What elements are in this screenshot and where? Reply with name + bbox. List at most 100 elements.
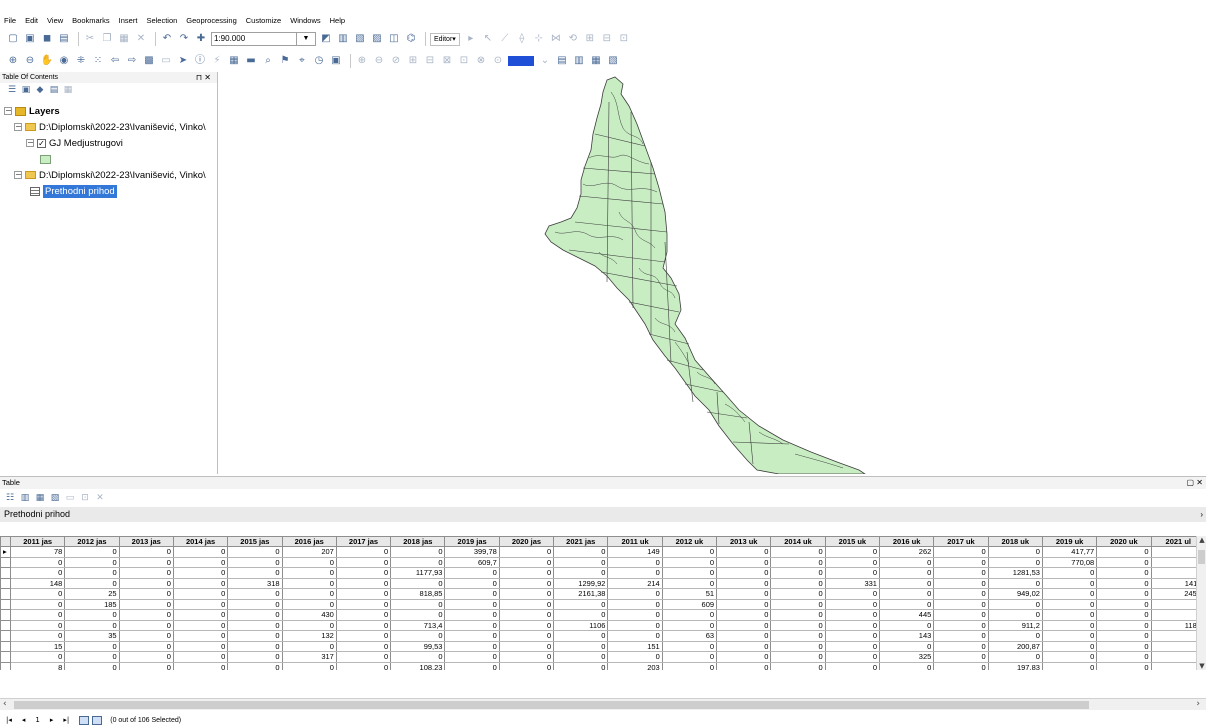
column-header[interactable]: 2012 jas xyxy=(64,536,120,547)
table-of-contents-icon[interactable]: ▥ xyxy=(336,32,350,46)
table-cell[interactable]: 0 xyxy=(10,588,66,600)
column-header[interactable]: 2016 jas xyxy=(281,536,337,547)
table-cell[interactable]: 0 xyxy=(10,609,66,621)
table-cell[interactable]: 0 xyxy=(662,578,718,589)
table-cell[interactable]: 0 xyxy=(282,588,337,600)
table-cell[interactable]: 0 xyxy=(933,578,989,589)
column-header[interactable]: 2019 jas xyxy=(444,536,500,547)
table-cell[interactable]: 0 xyxy=(336,567,392,579)
table-cell[interactable]: 0 xyxy=(173,630,229,642)
table-cell[interactable]: 0 xyxy=(444,567,500,579)
full-extent-icon[interactable]: ◉ xyxy=(57,54,71,68)
table-cell[interactable]: 0 xyxy=(1096,609,1152,621)
edit-annotation-icon[interactable]: ↖ xyxy=(481,32,495,46)
table-cell[interactable]: 0 xyxy=(879,620,935,631)
new-document-icon[interactable]: ▢ xyxy=(6,32,20,46)
table-cell[interactable]: 0 xyxy=(336,641,392,652)
table-cell[interactable]: 0 xyxy=(553,662,609,670)
table-cell[interactable]: 197,83 xyxy=(988,662,1043,670)
table-cell[interactable]: 0 xyxy=(173,620,229,631)
table-row[interactable]: 0 185 0 0 0 0 0 0 0 0 0 0 609 0 0 0 0 0 0 0 0 xyxy=(0,598,1206,610)
copy-icon[interactable]: ❐ xyxy=(100,32,114,46)
menu-windows[interactable]: Windows xyxy=(290,16,320,25)
table-cell[interactable]: 25 xyxy=(64,588,120,600)
table-cell[interactable]: 0 xyxy=(662,546,718,558)
column-header[interactable]: 2019 uk xyxy=(1041,536,1098,547)
table-cell[interactable]: 207 xyxy=(282,546,337,558)
table-cell[interactable]: 0 xyxy=(173,651,229,663)
table-cell[interactable]: 0 xyxy=(770,557,826,568)
row-selector[interactable] xyxy=(0,588,11,600)
switch-selection-icon[interactable]: ▧ xyxy=(49,492,61,504)
table-cell[interactable]: 0 xyxy=(227,630,283,642)
table-cell[interactable]: 0 xyxy=(607,651,663,663)
menu-insert[interactable]: Insert xyxy=(119,16,138,25)
table-cell[interactable]: 0 xyxy=(173,662,229,670)
window-controls-icon[interactable]: ▢ ✕ xyxy=(1187,477,1203,489)
horizontal-scrollbar[interactable]: ‹ › xyxy=(0,698,1206,710)
table-cell[interactable]: 0 xyxy=(1042,588,1098,600)
table-cell[interactable]: 1299,92 xyxy=(553,578,609,589)
table-cell[interactable]: 0 xyxy=(1096,620,1152,631)
zoom-to-selected-icon[interactable]: ⊡ xyxy=(79,492,91,504)
layer-visibility-checkbox[interactable]: ✓ xyxy=(37,138,46,148)
table-cell[interactable]: 143 xyxy=(879,630,935,642)
table-cell[interactable]: 818,85 xyxy=(390,588,446,600)
table-cell[interactable]: 0 xyxy=(64,651,120,663)
table-cell[interactable]: 0 xyxy=(227,609,283,621)
show-selected-records-icon[interactable] xyxy=(92,715,103,725)
table-cell[interactable]: 0 xyxy=(336,599,392,610)
menu-view[interactable]: View xyxy=(47,16,63,25)
table-cell[interactable]: 0 xyxy=(770,588,826,600)
table-cell[interactable]: 200,87 xyxy=(988,641,1043,652)
table-cell[interactable]: 0 xyxy=(879,641,935,652)
column-header[interactable]: 2017 uk xyxy=(933,536,989,547)
table-cell[interactable]: 0 xyxy=(499,630,555,642)
table-cell[interactable]: 0 xyxy=(607,567,663,579)
table-cell[interactable]: 0 xyxy=(770,609,826,621)
zoom-in-icon[interactable]: ⊕ xyxy=(6,54,20,68)
table-cell[interactable]: 0 xyxy=(825,641,880,652)
table-cell[interactable]: 0 xyxy=(173,588,229,600)
table-cell[interactable]: 0 xyxy=(933,662,989,670)
editor-toolbar-icon[interactable]: ◩ xyxy=(319,32,333,46)
table-cell[interactable]: 0 xyxy=(10,620,66,631)
table-cell[interactable]: 445 xyxy=(879,609,935,621)
table-cell[interactable]: 0 xyxy=(499,620,555,631)
column-header[interactable]: 2020 uk xyxy=(1096,536,1152,547)
table-row[interactable]: 0 25 0 0 0 0 0 818,85 0 0 2161,38 0 51 0 0 0 0 0 949,02 0 0 2… xyxy=(0,588,1206,600)
table-cell[interactable]: 0 xyxy=(662,641,718,652)
table-cell[interactable]: 0 xyxy=(336,651,392,663)
table-cell[interactable]: 148 xyxy=(10,578,66,589)
table-cell[interactable]: 0 xyxy=(10,630,66,642)
table-cell[interactable]: 0 xyxy=(119,609,174,621)
table-cell[interactable]: 0 xyxy=(1096,588,1152,600)
column-header[interactable]: 2013 jas xyxy=(118,536,174,547)
table-cell[interactable]: 0 xyxy=(444,651,500,663)
table-cell[interactable]: 0 xyxy=(1096,662,1152,670)
table-cell[interactable]: 0 xyxy=(716,599,772,610)
table-cell[interactable]: 0 xyxy=(879,588,935,600)
table-cell[interactable]: 0 xyxy=(716,662,772,670)
delete-icon[interactable]: ✕ xyxy=(134,32,148,46)
menu-bookmarks[interactable]: Bookmarks xyxy=(72,16,110,25)
find-icon[interactable]: ⌕ xyxy=(261,54,275,68)
redo-icon[interactable]: ↷ xyxy=(177,32,191,46)
previous-record-icon[interactable]: ◂ xyxy=(22,716,26,724)
chevron-down-icon[interactable]: ⌄ xyxy=(538,54,552,68)
select-features-icon[interactable]: ▩ xyxy=(142,54,156,68)
menu-customize[interactable]: Customize xyxy=(246,16,281,25)
tree-row-source-2[interactable]: − D:\Diplomski\2022-23\Ivanišević, Vinko… xyxy=(0,167,217,183)
table-cell[interactable]: 0 xyxy=(282,599,337,610)
table-cell[interactable]: 0 xyxy=(933,620,989,631)
straight-segment-icon[interactable]: ⟋ xyxy=(498,32,512,46)
table-cell[interactable]: 0 xyxy=(716,578,772,589)
table-cell[interactable]: 0 xyxy=(282,662,337,670)
table-row[interactable]: 0 35 0 0 0 132 0 0 0 0 0 0 63 0 0 0 143 0 0 0 0 xyxy=(0,630,1206,642)
table-cell[interactable]: 0 xyxy=(607,630,663,642)
layout-tool-2-icon[interactable]: ▥ xyxy=(572,54,586,68)
sketch-icon[interactable]: ⊹ xyxy=(532,32,546,46)
table-cell[interactable]: 0 xyxy=(282,578,337,589)
collapse-icon[interactable]: − xyxy=(4,107,12,115)
table-cell[interactable]: 0 xyxy=(988,546,1043,558)
